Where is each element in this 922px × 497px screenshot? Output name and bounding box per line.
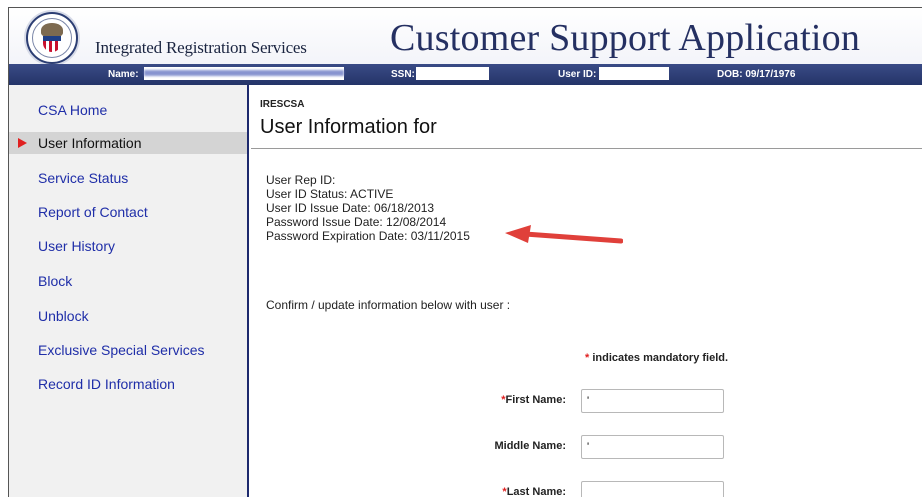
password-issue-date: Password Issue Date: 12/08/2014 bbox=[266, 215, 447, 229]
last-name-label-text: Last Name: bbox=[506, 486, 566, 497]
sidebar-nav: CSA Home User Information Service Status… bbox=[9, 85, 249, 497]
user-id-label: User ID: bbox=[558, 69, 597, 80]
sidebar-item-csa-home[interactable]: CSA Home bbox=[9, 99, 247, 121]
middle-name-label: Middle Name: bbox=[494, 440, 566, 452]
app-header: Integrated Registration Services Custome… bbox=[9, 8, 922, 64]
password-expiration-date: Password Expiration Date: 03/11/2015 bbox=[266, 229, 470, 243]
app-title: Customer Support Application bbox=[390, 17, 861, 59]
user-id-status: User ID Status: ACTIVE bbox=[266, 187, 394, 201]
callout-arrow-icon bbox=[505, 225, 623, 244]
sidebar-item-service-status[interactable]: Service Status bbox=[9, 167, 247, 189]
mandatory-field-note: * indicates mandatory field. bbox=[585, 352, 728, 364]
sidebar-item-unblock[interactable]: Unblock bbox=[9, 305, 247, 327]
ssn-label: SSN: bbox=[391, 69, 415, 80]
breadcrumb: IRESCSA bbox=[260, 99, 305, 110]
user-info-bar: Name: SSN: User ID: DOB: 09/17/1976 bbox=[9, 64, 922, 85]
dob-label: DOB: 09/17/1976 bbox=[717, 69, 796, 80]
page-title: User Information for bbox=[260, 116, 437, 138]
first-name-field[interactable] bbox=[581, 389, 724, 413]
sidebar-item-report-of-contact[interactable]: Report of Contact bbox=[9, 201, 247, 223]
mandatory-note-text: indicates mandatory field. bbox=[592, 352, 729, 364]
sidebar-item-user-history[interactable]: User History bbox=[9, 235, 247, 257]
sidebar-item-user-information[interactable]: User Information bbox=[9, 132, 247, 154]
active-arrow-icon bbox=[18, 138, 27, 148]
confirm-instructions: Confirm / update information below with … bbox=[266, 298, 511, 312]
user-rep-id: User Rep ID: bbox=[266, 173, 336, 187]
last-name-label: *Last Name: bbox=[446, 486, 566, 497]
sidebar-item-record-id-information[interactable]: Record ID Information bbox=[9, 373, 247, 395]
application-window: Integrated Registration Services Custome… bbox=[8, 7, 922, 497]
main-content: IRESCSA User Information for User Rep ID… bbox=[251, 85, 922, 497]
ssn-value-redacted bbox=[416, 67, 489, 80]
first-name-label: *First Name: bbox=[446, 394, 566, 406]
sidebar-item-label: User Information bbox=[38, 135, 142, 151]
agency-seal-icon bbox=[26, 12, 78, 64]
org-name: Integrated Registration Services bbox=[95, 38, 307, 57]
sidebar-item-block[interactable]: Block bbox=[9, 270, 247, 292]
title-divider bbox=[251, 148, 922, 149]
user-id-issue-date: User ID Issue Date: 06/18/2013 bbox=[266, 201, 435, 215]
first-name-label-text: First Name: bbox=[505, 394, 566, 406]
sidebar-item-exclusive-special-services[interactable]: Exclusive Special Services bbox=[9, 339, 247, 361]
required-asterisk-icon: * bbox=[585, 352, 590, 364]
user-id-value-redacted bbox=[599, 67, 669, 80]
middle-name-field[interactable] bbox=[581, 435, 724, 459]
last-name-field[interactable] bbox=[581, 481, 724, 497]
name-label: Name: bbox=[108, 69, 139, 80]
name-value-redacted bbox=[144, 67, 344, 80]
